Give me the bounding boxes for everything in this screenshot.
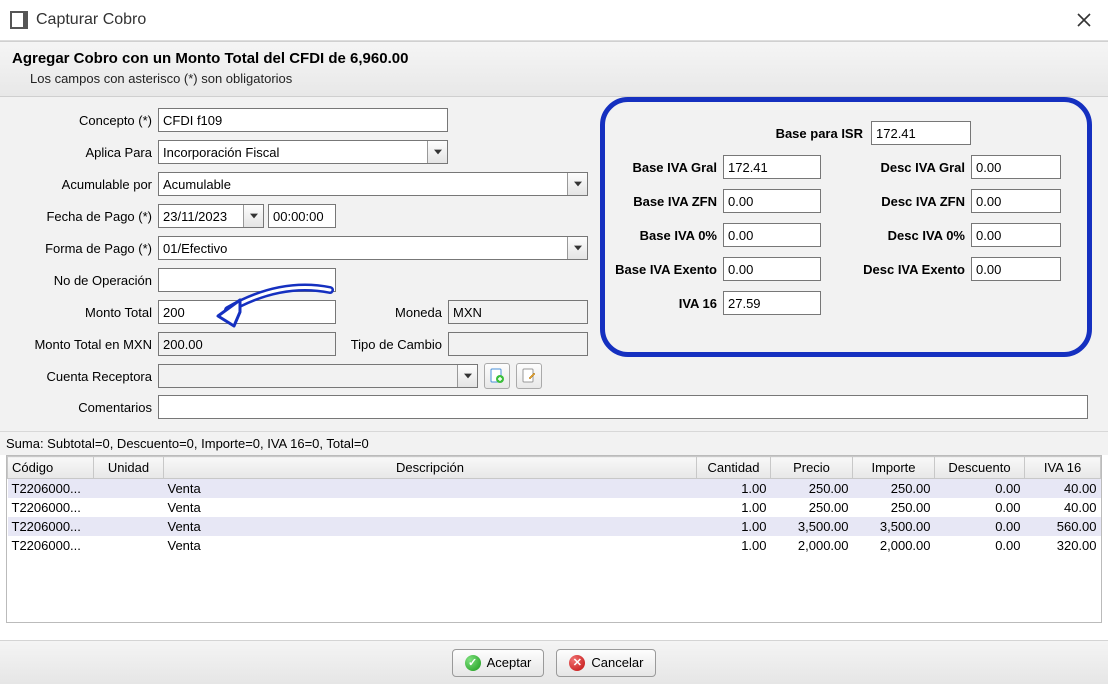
x-icon: ✕: [569, 655, 585, 671]
footer: ✓ Aceptar ✕ Cancelar: [0, 640, 1108, 684]
cuenta-combo[interactable]: [158, 364, 478, 388]
label-desc-iva-zfn: Desc IVA ZFN: [821, 194, 971, 209]
col-descuento[interactable]: Descuento: [935, 457, 1025, 479]
chevron-down-icon: [457, 365, 477, 387]
cancel-button[interactable]: ✕ Cancelar: [556, 649, 656, 677]
label-tipocambio: Tipo de Cambio: [336, 337, 448, 352]
col-precio[interactable]: Precio: [771, 457, 853, 479]
label-cuenta: Cuenta Receptora: [8, 369, 158, 384]
label-base-iva-0: Base IVA 0%: [615, 228, 723, 243]
accept-label: Aceptar: [487, 655, 532, 670]
base-isr-input[interactable]: [871, 121, 971, 145]
header-title: Agregar Cobro con un Monto Total del CFD…: [12, 50, 1096, 67]
table-row[interactable]: T2206000...Venta1.00250.00250.000.0040.0…: [8, 479, 1101, 499]
fecha-combo[interactable]: 23/11/2023: [158, 204, 264, 228]
col-desc[interactable]: Descripción: [164, 457, 697, 479]
forma-value: 01/Efectivo: [159, 241, 567, 256]
window-title: Capturar Cobro: [36, 11, 1070, 29]
document-add-icon: [489, 368, 505, 384]
acumulable-combo[interactable]: Acumulable: [158, 172, 588, 196]
grid-header: Código Unidad Descripción Cantidad Preci…: [8, 457, 1101, 479]
hora-input[interactable]: [268, 204, 336, 228]
col-unidad[interactable]: Unidad: [94, 457, 164, 479]
label-base-iva-gral: Base IVA Gral: [615, 160, 723, 175]
table-row[interactable]: T2206000...Venta1.002,000.002,000.000.00…: [8, 536, 1101, 555]
label-concepto: Concepto (*): [8, 113, 158, 128]
noop-input[interactable]: [158, 268, 336, 292]
check-icon: ✓: [465, 655, 481, 671]
form-area: Concepto (*) Aplica Para Incorporación F…: [0, 97, 1108, 431]
desc-iva-zfn-input[interactable]: [971, 189, 1061, 213]
base-iva-exento-input[interactable]: [723, 257, 821, 281]
left-form: Concepto (*) Aplica Para Incorporación F…: [8, 107, 598, 389]
header-band: Agregar Cobro con un Monto Total del CFD…: [0, 41, 1108, 97]
chevron-down-icon: [243, 205, 263, 227]
titlebar: Capturar Cobro: [0, 0, 1108, 41]
table-row[interactable]: T2206000...Venta1.003,500.003,500.000.00…: [8, 517, 1101, 536]
label-desc-iva-gral: Desc IVA Gral: [821, 160, 971, 175]
label-iva16: IVA 16: [615, 296, 723, 311]
label-montomxn: Monto Total en MXN: [8, 337, 158, 352]
label-desc-iva-exento: Desc IVA Exento: [821, 262, 971, 277]
desc-iva-0-input[interactable]: [971, 223, 1061, 247]
label-moneda: Moneda: [336, 305, 448, 320]
acumulable-value: Acumulable: [159, 177, 567, 192]
monto-input[interactable]: [158, 300, 336, 324]
concepto-input[interactable]: [158, 108, 448, 132]
col-importe[interactable]: Importe: [853, 457, 935, 479]
label-base-iva-exento: Base IVA Exento: [615, 262, 723, 277]
add-account-button[interactable]: [484, 363, 510, 389]
close-icon: [1076, 12, 1092, 28]
comentarios-input[interactable]: [158, 395, 1088, 419]
label-forma: Forma de Pago (*): [8, 241, 158, 256]
sum-line: Suma: Subtotal=0, Descuento=0, Importe=0…: [0, 431, 1108, 455]
label-aplica: Aplica Para: [8, 145, 158, 160]
label-acumulable: Acumulable por: [8, 177, 158, 192]
app-icon: [10, 11, 28, 29]
forma-combo[interactable]: 01/Efectivo: [158, 236, 588, 260]
chevron-down-icon: [567, 237, 587, 259]
label-monto: Monto Total: [8, 305, 158, 320]
fecha-value: 23/11/2023: [159, 209, 243, 224]
tax-panel: Base para ISR Base IVA Gral Desc IVA Gra…: [600, 97, 1092, 357]
iva16-input[interactable]: [723, 291, 821, 315]
chevron-down-icon: [427, 141, 447, 163]
document-edit-icon: [521, 368, 537, 384]
aplica-combo[interactable]: Incorporación Fiscal: [158, 140, 448, 164]
col-cant[interactable]: Cantidad: [697, 457, 771, 479]
desc-iva-exento-input[interactable]: [971, 257, 1061, 281]
label-noop: No de Operación: [8, 273, 158, 288]
base-iva-gral-input[interactable]: [723, 155, 821, 179]
col-iva[interactable]: IVA 16: [1025, 457, 1101, 479]
chevron-down-icon: [567, 173, 587, 195]
montomxn-input: [158, 332, 336, 356]
label-base-iva-zfn: Base IVA ZFN: [615, 194, 723, 209]
label-fecha: Fecha de Pago (*): [8, 209, 158, 224]
col-codigo[interactable]: Código: [8, 457, 94, 479]
moneda-input: [448, 300, 588, 324]
desc-iva-gral-input[interactable]: [971, 155, 1061, 179]
label-desc-iva-0: Desc IVA 0%: [821, 228, 971, 243]
detail-grid[interactable]: Código Unidad Descripción Cantidad Preci…: [6, 455, 1102, 623]
label-base-isr: Base para ISR: [685, 126, 871, 141]
accept-button[interactable]: ✓ Aceptar: [452, 649, 545, 677]
base-iva-0-input[interactable]: [723, 223, 821, 247]
aplica-value: Incorporación Fiscal: [159, 145, 427, 160]
label-comentarios: Comentarios: [8, 400, 158, 415]
header-subtitle: Los campos con asterisco (*) son obligat…: [12, 71, 1096, 86]
edit-account-button[interactable]: [516, 363, 542, 389]
tipocambio-input: [448, 332, 588, 356]
base-iva-zfn-input[interactable]: [723, 189, 821, 213]
cancel-label: Cancelar: [591, 655, 643, 670]
table-row[interactable]: T2206000...Venta1.00250.00250.000.0040.0…: [8, 498, 1101, 517]
close-button[interactable]: [1070, 6, 1098, 34]
